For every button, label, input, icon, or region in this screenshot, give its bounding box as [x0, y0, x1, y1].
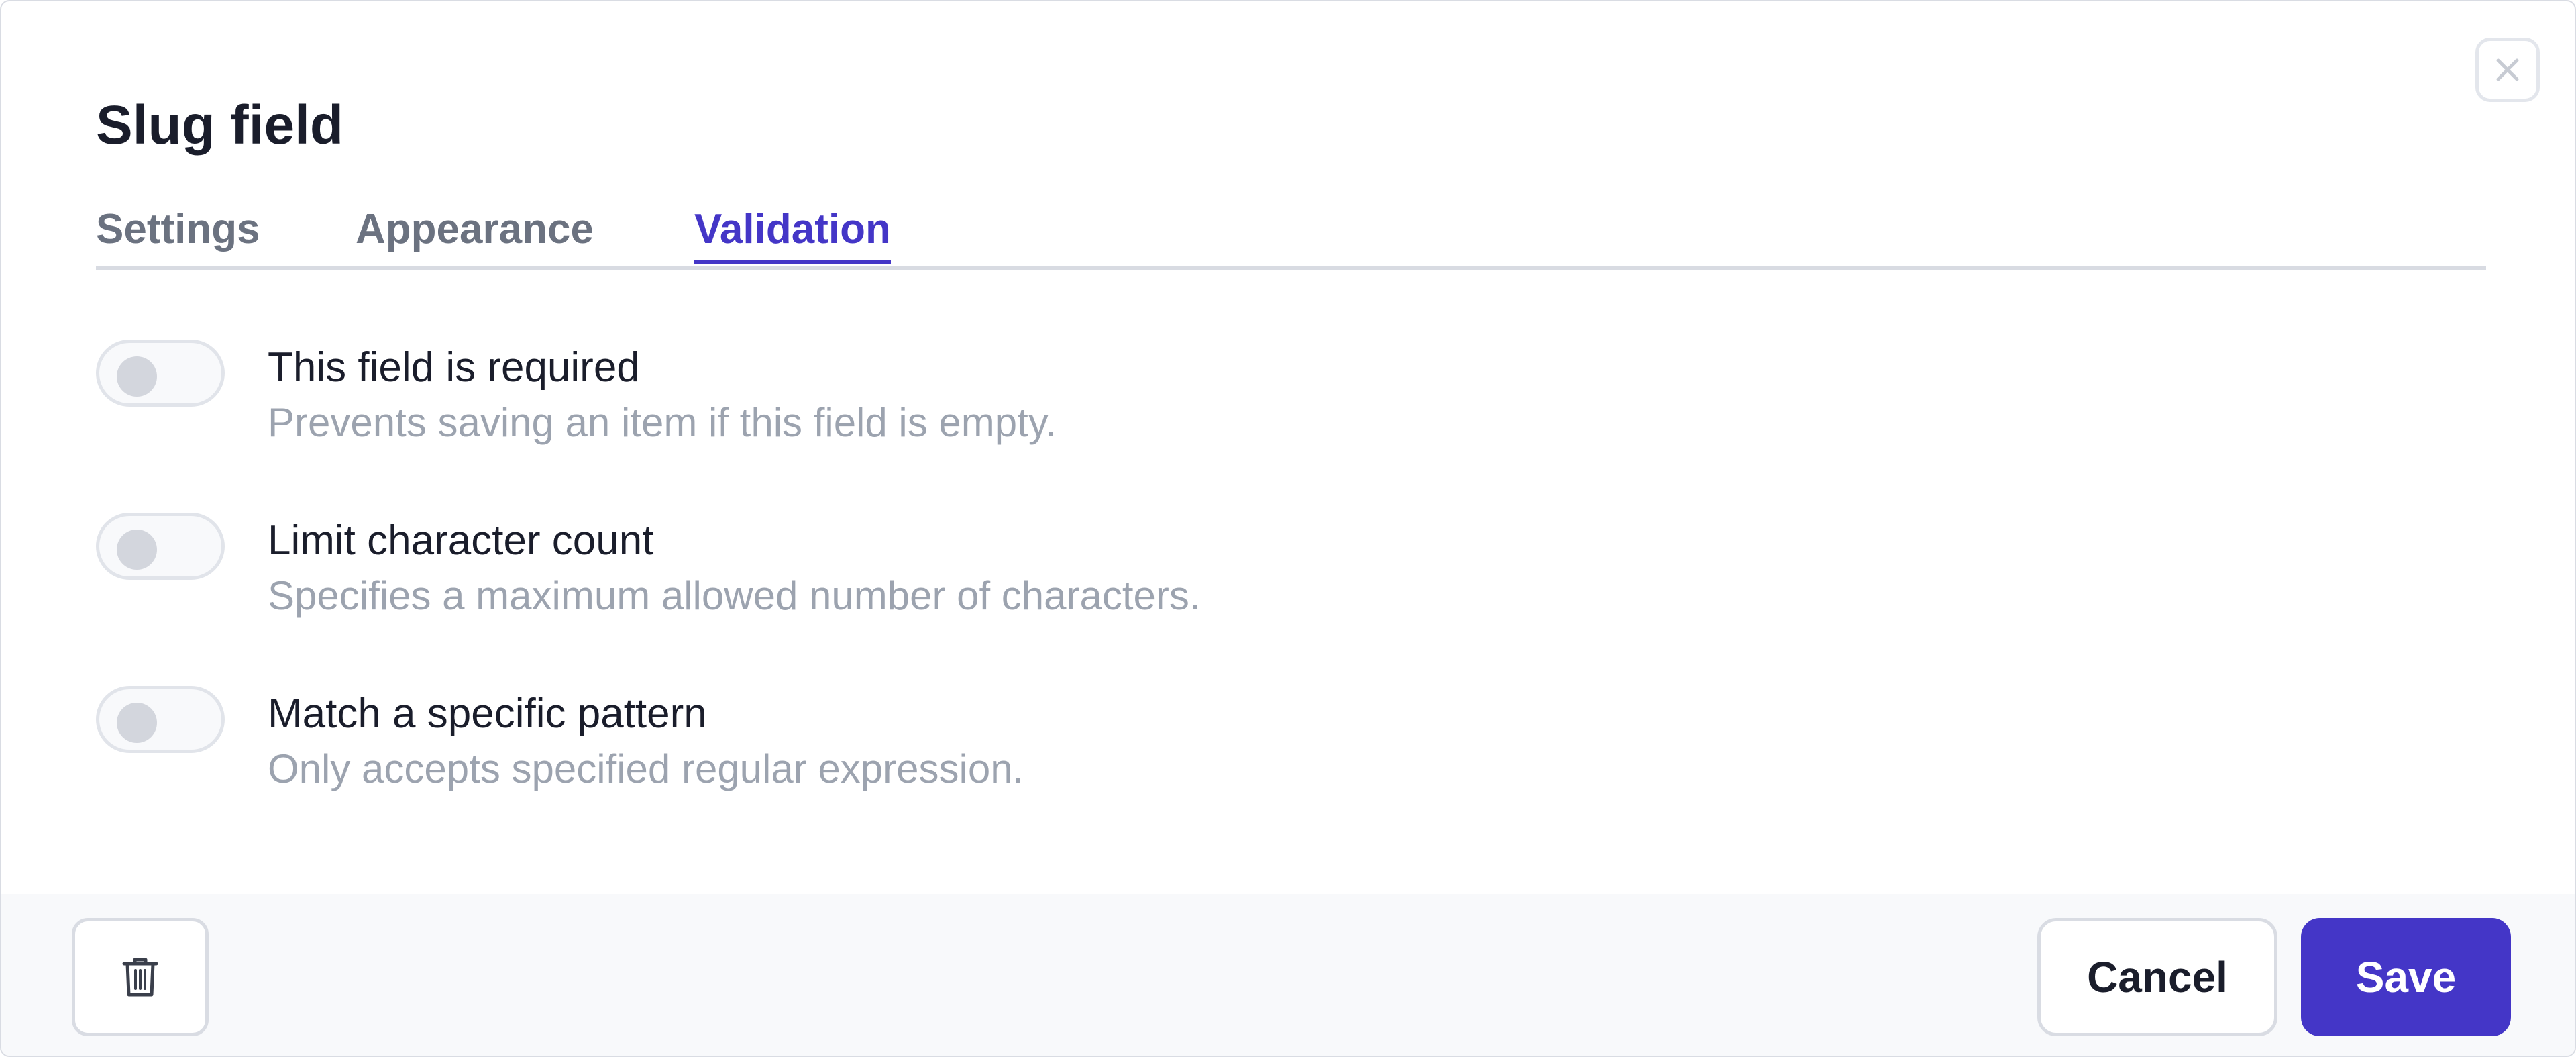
toggle-knob [117, 703, 157, 743]
delete-button[interactable] [72, 918, 209, 1036]
toggle-knob [117, 530, 157, 570]
close-icon [2496, 58, 2519, 81]
tab-settings[interactable]: Settings [96, 199, 260, 263]
rule-description: Only accepts specified regular expressio… [268, 746, 1024, 791]
tab-validation[interactable]: Validation [694, 199, 891, 264]
close-button[interactable] [2475, 38, 2540, 102]
pattern-toggle[interactable] [96, 686, 225, 753]
rule-description: Specifies a maximum allowed number of ch… [268, 573, 1201, 618]
rule-label: Limit character count [268, 517, 654, 564]
slug-field-dialog: Slug field Settings Appearance Validatio… [0, 0, 2576, 1057]
tab-bar: Settings Appearance Validation [96, 199, 2486, 270]
rule-limit-characters: Limit character count Specifies a maximu… [96, 513, 1706, 634]
save-button[interactable]: Save [2301, 918, 2511, 1036]
toggle-knob [117, 356, 157, 397]
limit-characters-toggle[interactable] [96, 513, 225, 580]
rule-required: This field is required Prevents saving a… [96, 340, 1706, 460]
rule-label: This field is required [268, 344, 640, 391]
tab-appearance[interactable]: Appearance [356, 199, 594, 263]
trash-icon [122, 958, 158, 997]
dialog-footer: Cancel Save [1, 894, 2575, 1056]
rule-description: Prevents saving an item if this field is… [268, 400, 1057, 445]
dialog-title: Slug field [96, 95, 343, 156]
cancel-button[interactable]: Cancel [2037, 918, 2277, 1036]
rule-pattern: Match a specific pattern Only accepts sp… [96, 686, 1706, 807]
rule-label: Match a specific pattern [268, 691, 707, 737]
required-toggle[interactable] [96, 340, 225, 407]
